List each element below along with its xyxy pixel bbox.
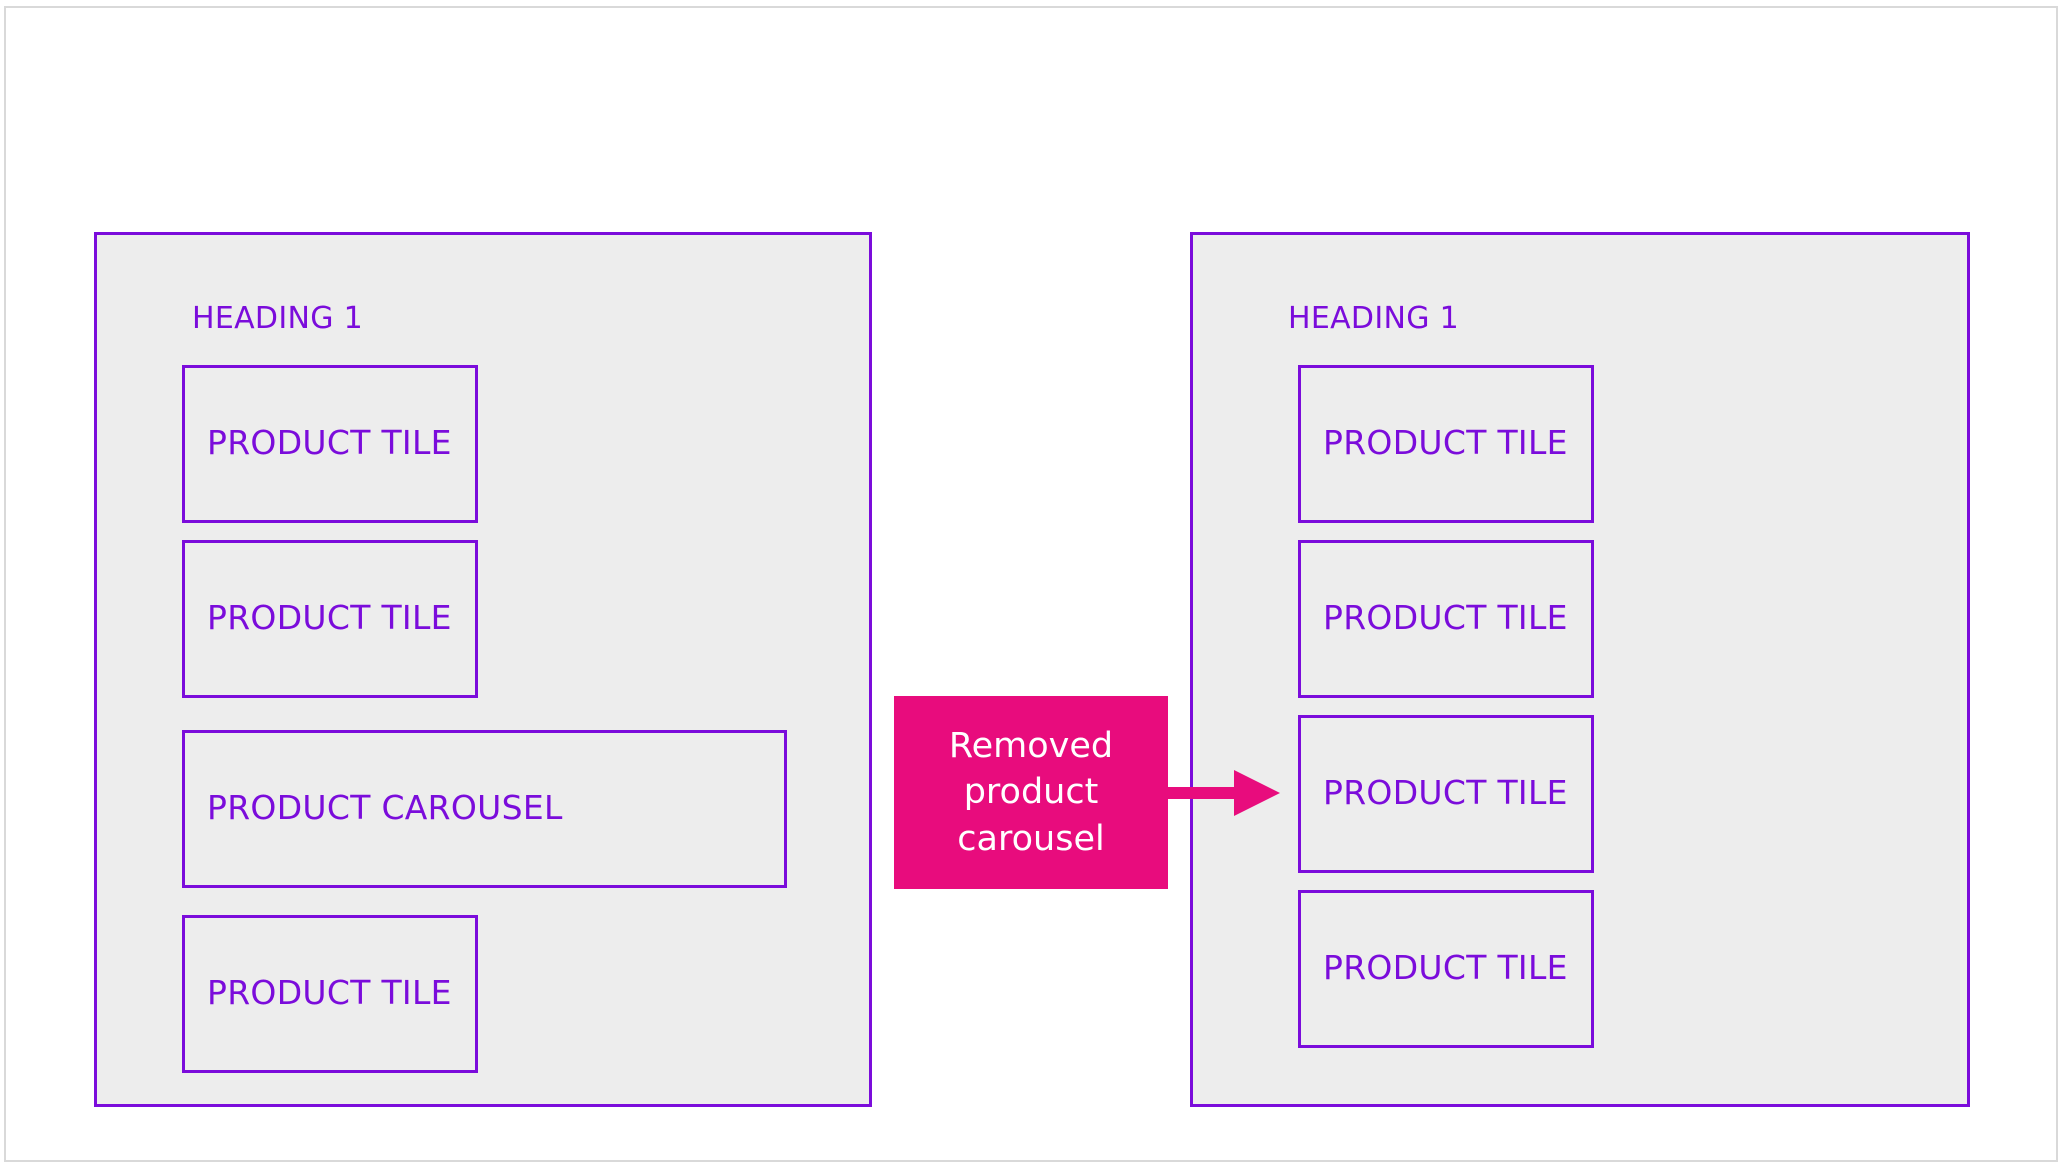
variant-product-tile-2-label: PRODUCT TILE: [1323, 597, 1568, 637]
annotation-line-1: Removed: [948, 725, 1114, 766]
variant-product-tile-3-label: PRODUCT TILE: [1323, 772, 1568, 812]
control-heading-1: HEADING 1: [192, 301, 363, 336]
control-header-bar: Control: [227, 62, 745, 188]
variant-product-tile-4: PRODUCT TILE: [1298, 890, 1594, 1048]
control-product-carousel: PRODUCT CAROUSEL: [182, 730, 787, 888]
control-product-tile-3: PRODUCT TILE: [182, 915, 478, 1073]
variant-heading-1: HEADING 1: [1288, 301, 1459, 336]
annotation-line-2: product: [963, 772, 1099, 813]
control-product-tile-1: PRODUCT TILE: [182, 365, 478, 523]
control-product-tile-2: PRODUCT TILE: [182, 540, 478, 698]
annotation-line-3: carousel: [957, 818, 1105, 859]
control-product-tile-2-label: PRODUCT TILE: [207, 597, 452, 637]
control-product-tile-1-label: PRODUCT TILE: [207, 422, 452, 462]
variant-product-tile-1: PRODUCT TILE: [1298, 365, 1594, 523]
control-product-tile-3-label: PRODUCT TILE: [207, 972, 452, 1012]
diagram-canvas: Control Variant HEADING 1 PRODUCT TILE P…: [0, 0, 2063, 1168]
variant-panel: HEADING 1 PRODUCT TILE PRODUCT TILE PROD…: [1190, 232, 1970, 1107]
variant-product-tile-1-label: PRODUCT TILE: [1323, 422, 1568, 462]
variant-header-bar: Variant: [1334, 62, 1852, 188]
annotation-callout: Removed product carousel: [894, 696, 1168, 889]
variant-product-tile-2: PRODUCT TILE: [1298, 540, 1594, 698]
control-header-label: Control: [354, 88, 618, 162]
variant-header-label: Variant: [1462, 88, 1724, 162]
control-panel: HEADING 1 PRODUCT TILE PRODUCT TILE PROD…: [94, 232, 872, 1107]
control-product-carousel-label: PRODUCT CAROUSEL: [207, 787, 563, 827]
variant-product-tile-3: PRODUCT TILE: [1298, 715, 1594, 873]
variant-product-tile-4-label: PRODUCT TILE: [1323, 947, 1568, 987]
